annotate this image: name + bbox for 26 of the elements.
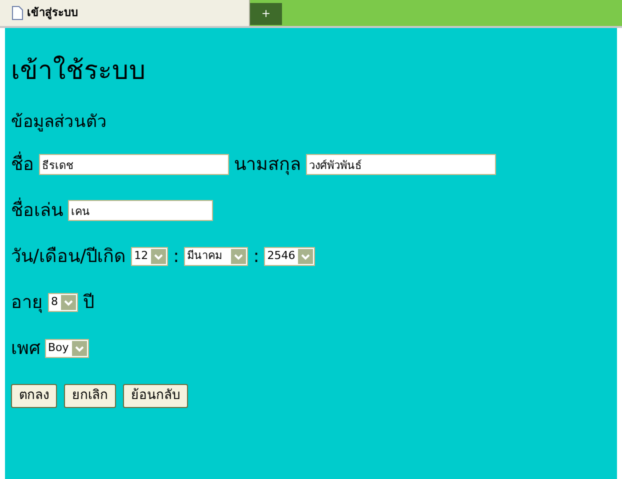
dropdown[interactable]: 2546 <box>264 247 316 266</box>
browser-tab[interactable]: เข้าสู่ระบบ <box>0 0 250 26</box>
dropdown[interactable]: 12 <box>131 247 168 266</box>
page-heading: เข้าใช้ระบบ <box>11 58 147 84</box>
field-label: วัน/เดือน/ปีเกิด <box>11 245 126 269</box>
text-field[interactable]: ธีรเดช <box>39 154 229 175</box>
dropdown[interactable]: 8 <box>48 293 78 312</box>
field-label: เพศ <box>11 337 40 361</box>
form-button[interactable]: ตกลง <box>11 384 57 408</box>
field-label: นามสกุล <box>234 153 301 177</box>
field-label: : <box>173 245 180 269</box>
form-button[interactable]: ยกเลิก <box>64 384 116 408</box>
field-label: : <box>253 245 260 269</box>
text-field[interactable]: วงศ์พัวพันธ์ <box>306 154 496 175</box>
section-title: ข้อมูลส่วนตัว <box>11 111 108 134</box>
form-button[interactable]: ย้อนกลับ <box>123 384 188 408</box>
new-tab-button[interactable]: + <box>250 3 282 25</box>
field-label: ชื่อเล่น <box>11 197 63 224</box>
field-label: อายุ <box>11 291 43 315</box>
field-label: ปี <box>83 291 94 315</box>
dropdown[interactable]: Boy <box>45 339 89 358</box>
text-field[interactable]: เคน <box>68 200 213 221</box>
tab-title: เข้าสู่ระบบ <box>27 4 78 22</box>
page-icon <box>12 6 23 20</box>
field-label: ชื่อ <box>11 151 34 178</box>
dropdown[interactable]: มีนาคม <box>184 247 248 266</box>
